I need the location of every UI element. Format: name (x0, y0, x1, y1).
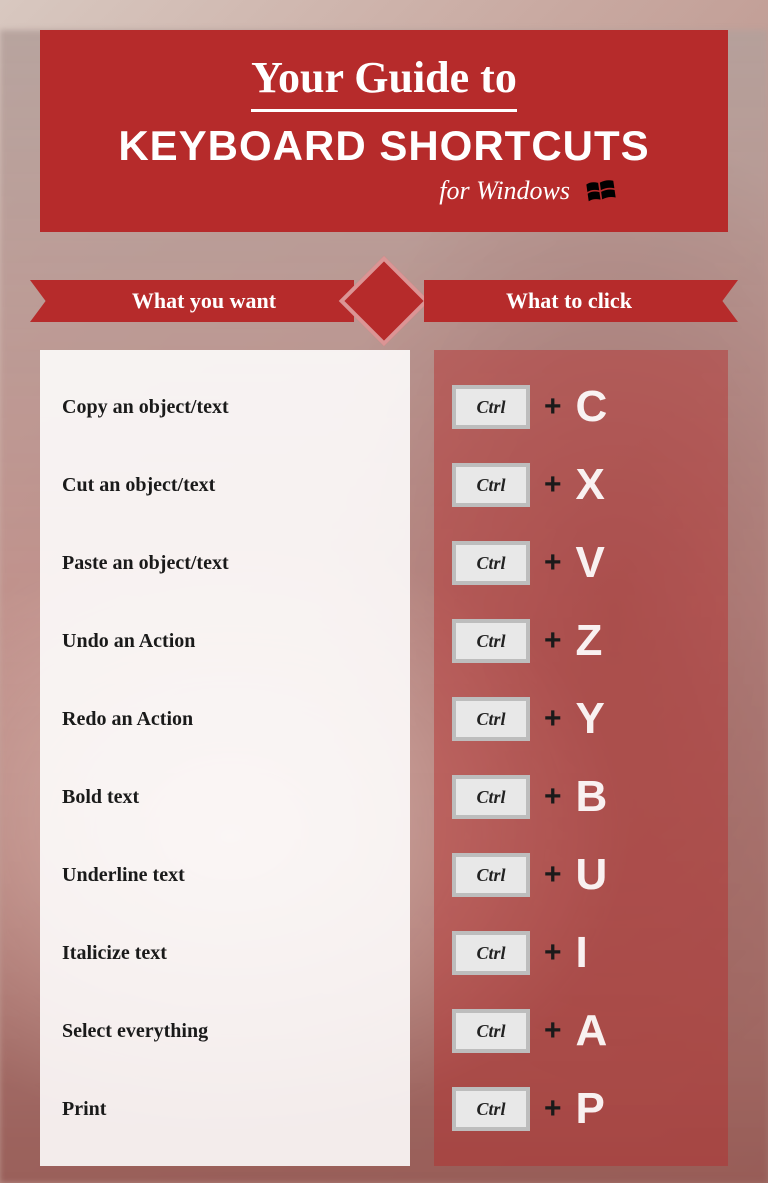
plus-icon: + (544, 702, 562, 736)
shortcut-action: Print (62, 1070, 388, 1148)
shortcut-action: Select everything (62, 992, 388, 1070)
ctrl-key: Ctrl (452, 697, 530, 741)
shortcut-keys: Ctrl + V (452, 524, 710, 602)
shortcut-keys: Ctrl + A (452, 992, 710, 1070)
shortcut-keys: Ctrl + Z (452, 602, 710, 680)
windows-icon (584, 174, 618, 208)
shortcut-action: Underline text (62, 836, 388, 914)
shortcut-action: Cut an object/text (62, 446, 388, 524)
ctrl-key: Ctrl (452, 931, 530, 975)
shortcut-letter: Y (576, 694, 606, 744)
header-banner: Your Guide to KEYBOARD SHORTCUTS for Win… (40, 30, 728, 232)
shortcut-columns: Copy an object/textCut an object/textPas… (40, 350, 728, 1166)
ctrl-key: Ctrl (452, 463, 530, 507)
shortcut-keys: Ctrl + P (452, 1070, 710, 1148)
plus-icon: + (544, 1092, 562, 1126)
plus-icon: + (544, 936, 562, 970)
shortcut-keys: Ctrl + C (452, 368, 710, 446)
header-title-line2: KEYBOARD SHORTCUTS (70, 122, 698, 170)
column-header-left: What you want (54, 280, 354, 322)
shortcut-letter: V (576, 538, 606, 588)
shortcut-keys: Ctrl + I (452, 914, 710, 992)
shortcut-keys: Ctrl + X (452, 446, 710, 524)
shortcut-letter: X (576, 460, 606, 510)
shortcut-letter: C (576, 382, 609, 432)
ctrl-key: Ctrl (452, 619, 530, 663)
plus-icon: + (544, 390, 562, 424)
header-subtitle: for Windows (439, 176, 570, 205)
shortcut-letter: A (576, 1006, 609, 1056)
shortcut-letter: U (576, 850, 609, 900)
ribbon-left-tail (30, 280, 56, 322)
keys-column: Ctrl+CCtrl+XCtrl+VCtrl+ZCtrl+YCtrl+BCtrl… (434, 350, 728, 1166)
shortcut-action: Undo an Action (62, 602, 388, 680)
plus-icon: + (544, 624, 562, 658)
ribbon-right-tail (712, 280, 738, 322)
shortcut-keys: Ctrl + B (452, 758, 710, 836)
plus-icon: + (544, 468, 562, 502)
shortcut-letter: P (576, 1084, 606, 1134)
ctrl-key: Ctrl (452, 1087, 530, 1131)
shortcut-action: Redo an Action (62, 680, 388, 758)
ctrl-key: Ctrl (452, 541, 530, 585)
plus-icon: + (544, 546, 562, 580)
ctrl-key: Ctrl (452, 1009, 530, 1053)
header-subtitle-row: for Windows (70, 174, 698, 208)
plus-icon: + (544, 780, 562, 814)
shortcut-letter: I (576, 928, 589, 978)
shortcut-action: Copy an object/text (62, 368, 388, 446)
shortcut-letter: B (576, 772, 609, 822)
column-header-right: What to click (424, 280, 714, 322)
header-title-line1: Your Guide to (251, 52, 517, 112)
shortcut-keys: Ctrl + U (452, 836, 710, 914)
actions-column: Copy an object/textCut an object/textPas… (40, 350, 410, 1166)
ctrl-key: Ctrl (452, 385, 530, 429)
plus-icon: + (544, 1014, 562, 1048)
shortcut-action: Paste an object/text (62, 524, 388, 602)
shortcut-action: Italicize text (62, 914, 388, 992)
shortcut-keys: Ctrl + Y (452, 680, 710, 758)
plus-icon: + (544, 858, 562, 892)
column-headers-row: What you want What to click (30, 272, 738, 330)
shortcut-letter: Z (576, 616, 604, 666)
ctrl-key: Ctrl (452, 853, 530, 897)
ctrl-key: Ctrl (452, 775, 530, 819)
shortcut-action: Bold text (62, 758, 388, 836)
